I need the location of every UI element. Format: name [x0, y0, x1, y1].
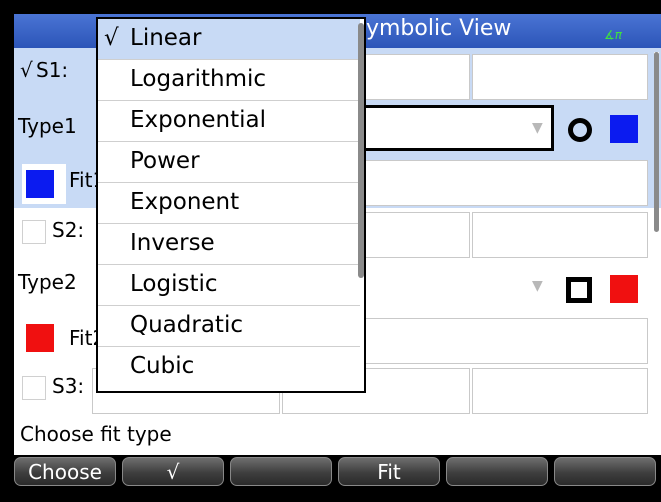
fit2-color-swatch[interactable]: [26, 324, 54, 352]
s1-color-swatch[interactable]: [610, 115, 638, 143]
dropdown-item-inverse[interactable]: Inverse: [98, 224, 360, 265]
dropdown-item-label: Logarithmic: [130, 66, 267, 92]
choose-softkey[interactable]: Choose: [14, 457, 116, 486]
view-title: Symbolic View: [352, 16, 512, 41]
dropdown-item-label: Logistic: [130, 271, 218, 297]
angle-mode-indicator: ∡π: [604, 28, 622, 42]
fit1-swatch-cell: [22, 164, 66, 204]
s1-label: S1:: [36, 58, 69, 82]
s3-color-column-field[interactable]: [472, 368, 648, 414]
status-message: Choose fit type: [20, 422, 172, 446]
dropdown-item-label: Inverse: [130, 230, 215, 256]
blank-softkey-3[interactable]: [230, 457, 332, 486]
dropdown-item-label: Linear: [130, 25, 202, 51]
dropdown-item-label: Power: [130, 148, 200, 174]
fit1-expression-field[interactable]: [354, 160, 648, 206]
dropdown-item-logarithmic[interactable]: Logarithmic: [98, 60, 360, 101]
dropdown-arrow-icon: ▼: [532, 278, 543, 294]
dropdown-item-linear[interactable]: √ Linear: [98, 19, 360, 60]
blank-softkey-5[interactable]: [446, 457, 548, 486]
square-mark-icon[interactable]: [566, 277, 592, 303]
s2-label: S2:: [52, 218, 85, 242]
blank-softkey-6[interactable]: [554, 457, 656, 486]
fit-type-dropdown[interactable]: √ Linear Logarithmic Exponential Power E…: [96, 17, 366, 393]
circle-mark-icon[interactable]: [568, 118, 592, 142]
s2-checkbox[interactable]: [22, 220, 46, 244]
dropdown-item-label: Exponential: [130, 107, 267, 133]
dropdown-item-logistic[interactable]: Logistic: [98, 265, 360, 306]
type1-label: Type1: [18, 114, 77, 138]
dropdown-item-exponent[interactable]: Exponent: [98, 183, 360, 224]
dropdown-item-quadratic[interactable]: Quadratic: [98, 306, 360, 347]
calculator-screen: Symbolic View ∡π √ S1: Type1 ▼ Fit1 S2: …: [14, 14, 661, 488]
s1-color-column-field[interactable]: [472, 54, 648, 100]
type2-label: Type2: [18, 270, 77, 294]
dropdown-scrollbar-thumb[interactable]: [358, 23, 364, 278]
dropdown-item-label: Exponent: [130, 189, 240, 215]
s1-checkmark[interactable]: √: [20, 58, 33, 82]
dropdown-item-exponential[interactable]: Exponential: [98, 101, 360, 142]
s3-label: S3:: [52, 374, 85, 398]
s3-checkbox[interactable]: [22, 376, 46, 400]
vertical-scrollbar-thumb[interactable]: [654, 52, 659, 232]
dropdown-arrow-icon: ▼: [532, 120, 543, 136]
checkmark-softkey[interactable]: √: [122, 457, 224, 486]
dropdown-item-cubic[interactable]: Cubic: [98, 347, 360, 388]
fit2-expression-field[interactable]: [354, 318, 648, 364]
fit1-color-swatch[interactable]: [26, 170, 54, 198]
softkey-bar: Choose √ Fit: [14, 455, 661, 488]
dropdown-item-label: Quadratic: [130, 312, 243, 338]
fit-softkey[interactable]: Fit: [338, 457, 440, 486]
type1-fit-select[interactable]: ▼: [354, 105, 554, 151]
s2-color-swatch[interactable]: [610, 275, 638, 303]
dropdown-item-power[interactable]: Power: [98, 142, 360, 183]
type2-fit-select[interactable]: ▼: [354, 264, 554, 310]
s2-color-column-field[interactable]: [472, 212, 648, 258]
dropdown-item-label: Cubic: [130, 353, 195, 379]
selected-checkmark: √: [104, 25, 119, 51]
